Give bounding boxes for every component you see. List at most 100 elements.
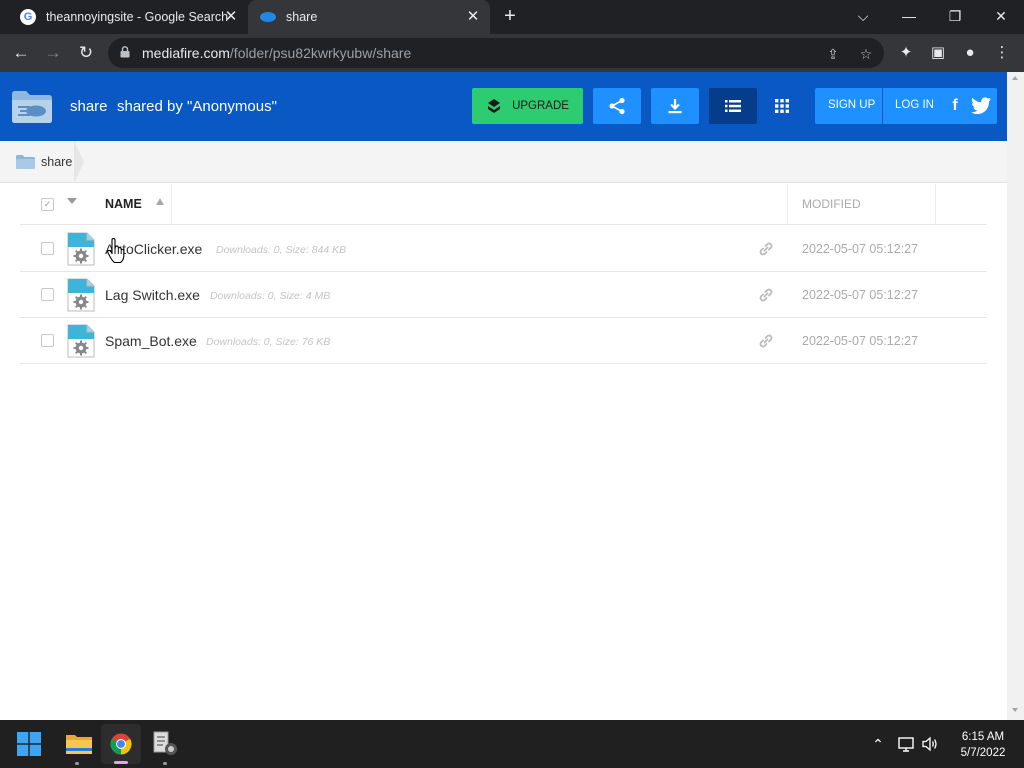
lock-icon	[120, 46, 130, 58]
reload-button[interactable]: ↻	[74, 41, 98, 65]
tab-share[interactable]: share ✕	[248, 0, 490, 34]
app-running-indicator	[163, 762, 167, 765]
breadcrumb-separator	[74, 141, 84, 183]
list-view-icon	[725, 100, 741, 112]
sign-up-link[interactable]: SIGN UP	[828, 99, 875, 111]
clock-date: 5/7/2022	[960, 747, 1006, 759]
back-button[interactable]: ←	[9, 41, 33, 65]
profile-icon[interactable]: ●	[960, 43, 980, 63]
exe-file-icon	[67, 232, 95, 266]
share-page-icon[interactable]: ⇪	[824, 45, 842, 63]
side-panel-icon[interactable]: ▣	[928, 43, 948, 63]
selection-dropdown-icon[interactable]	[67, 198, 77, 204]
tab-title: theannoyingsite - Google Search	[46, 10, 229, 24]
task-manager-icon[interactable]	[150, 728, 182, 760]
folder-icon	[16, 155, 35, 169]
network-icon[interactable]	[897, 735, 915, 753]
minimize-button[interactable]: —	[894, 4, 924, 28]
twitter-icon[interactable]	[970, 96, 992, 116]
folder-name: share	[70, 98, 108, 115]
restore-button[interactable]: ❐	[940, 4, 970, 28]
page-scrollbar[interactable]	[1007, 72, 1024, 720]
browser-tab-strip: G theannoyingsite - Google Search ✕ shar…	[0, 0, 1024, 34]
browser-toolbar: ← → ↻ mediafire.com/folder/psu82kwrkyubw…	[0, 34, 1024, 72]
sort-ascending-icon	[156, 198, 164, 205]
facebook-icon[interactable]: f	[945, 96, 965, 116]
upgrade-button[interactable]: UPGRADE	[472, 88, 583, 124]
windows-start-icon[interactable]	[17, 732, 41, 756]
windows-taskbar: ⌃ 6:15 AM 5/7/2022	[0, 720, 1024, 768]
row-checkbox[interactable]	[41, 334, 54, 347]
mediafire-header: share shared by "Anonymous" UPGRADE SIGN…	[0, 72, 1007, 141]
close-window-button[interactable]: ✕	[986, 4, 1016, 28]
file-meta: Downloads: 0, Size: 4 MB	[210, 290, 331, 302]
shared-by-text: shared by "Anonymous"	[117, 98, 277, 115]
bookmark-star-icon[interactable]: ☆	[857, 45, 875, 63]
grid-view-icon	[775, 99, 789, 113]
link-icon[interactable]	[758, 333, 774, 349]
google-icon: G	[20, 9, 36, 25]
breadcrumb: share	[0, 141, 1007, 183]
exe-file-icon	[67, 278, 95, 312]
exe-file-icon	[67, 324, 95, 358]
divider	[882, 88, 883, 124]
file-row[interactable]: Lag Switch.exe Downloads: 0, Size: 4 MB …	[20, 272, 987, 318]
download-icon	[668, 99, 682, 114]
mediafire-icon	[260, 12, 276, 22]
file-modified-date: 2022-05-07 05:12:27	[802, 334, 919, 348]
list-view-button[interactable]	[709, 88, 757, 124]
tab-title: share	[286, 10, 318, 24]
file-name[interactable]: Lag Switch.exe	[105, 287, 200, 303]
modified-column-header[interactable]: MODIFIED	[787, 184, 936, 224]
share-icon	[609, 97, 625, 115]
modified-column-label: MODIFIED	[802, 197, 861, 211]
chrome-taskbar-slot[interactable]	[101, 724, 141, 764]
address-bar[interactable]: mediafire.com/folder/psu82kwrkyubw/share…	[108, 38, 884, 68]
grid-view-button[interactable]	[759, 88, 805, 124]
url-text: mediafire.com/folder/psu82kwrkyubw/share	[142, 45, 411, 61]
link-icon[interactable]	[758, 241, 774, 257]
name-column-label: NAME	[105, 197, 142, 211]
menu-icon[interactable]: ⋮	[992, 43, 1012, 63]
system-clock[interactable]: 6:15 AM 5/7/2022	[950, 729, 1016, 761]
name-column-header[interactable]: NAME	[90, 184, 172, 224]
link-icon[interactable]	[758, 287, 774, 303]
tab-search-icon[interactable]: ⌵	[848, 4, 878, 28]
app-active-indicator	[114, 761, 128, 764]
hand-cursor-icon	[107, 238, 125, 264]
tab-google-search[interactable]: G theannoyingsite - Google Search ✕	[8, 0, 248, 34]
scroll-up-arrow-icon[interactable]	[1012, 76, 1018, 80]
show-hidden-icons-icon[interactable]: ⌃	[869, 735, 887, 753]
log-in-link[interactable]: LOG IN	[895, 99, 934, 111]
upgrade-icon	[488, 99, 501, 113]
share-button[interactable]	[593, 88, 641, 124]
select-all-checkbox[interactable]: ✓	[41, 198, 54, 211]
file-table-header: ✓ NAME MODIFIED	[20, 184, 987, 225]
file-modified-date: 2022-05-07 05:12:27	[802, 288, 919, 302]
auth-button-group: SIGN UP LOG IN f	[815, 88, 997, 124]
chrome-icon	[110, 733, 132, 755]
row-checkbox[interactable]	[41, 288, 54, 301]
file-modified-date: 2022-05-07 05:12:27	[802, 242, 919, 256]
extensions-icon[interactable]: ✦	[896, 43, 916, 63]
file-meta: Downloads: 0, Size: 76 KB	[206, 336, 331, 348]
new-tab-button[interactable]: +	[500, 6, 520, 26]
breadcrumb-item-share[interactable]: share	[41, 155, 72, 169]
file-meta: Downloads: 0, Size: 844 KB	[216, 244, 347, 256]
row-checkbox[interactable]	[41, 242, 54, 255]
url-host: mediafire.com	[142, 45, 230, 61]
url-path: /folder/psu82kwrkyubw/share	[229, 45, 412, 61]
close-tab-icon[interactable]: ✕	[222, 8, 240, 26]
file-name[interactable]: Spam_Bot.exe	[105, 333, 197, 349]
forward-button[interactable]: →	[41, 41, 65, 65]
download-button[interactable]	[651, 88, 699, 124]
app-running-indicator	[75, 762, 79, 765]
file-row[interactable]: Spam_Bot.exe Downloads: 0, Size: 76 KB 2…	[20, 318, 987, 364]
file-row[interactable]: AutoClicker.exe Downloads: 0, Size: 844 …	[20, 226, 987, 272]
scroll-down-arrow-icon[interactable]	[1012, 708, 1018, 712]
close-tab-icon[interactable]: ✕	[464, 8, 482, 26]
volume-icon[interactable]	[921, 735, 939, 753]
file-explorer-icon[interactable]	[63, 728, 95, 760]
clock-time: 6:15 AM	[961, 731, 1005, 743]
upgrade-label: UPGRADE	[512, 100, 569, 112]
